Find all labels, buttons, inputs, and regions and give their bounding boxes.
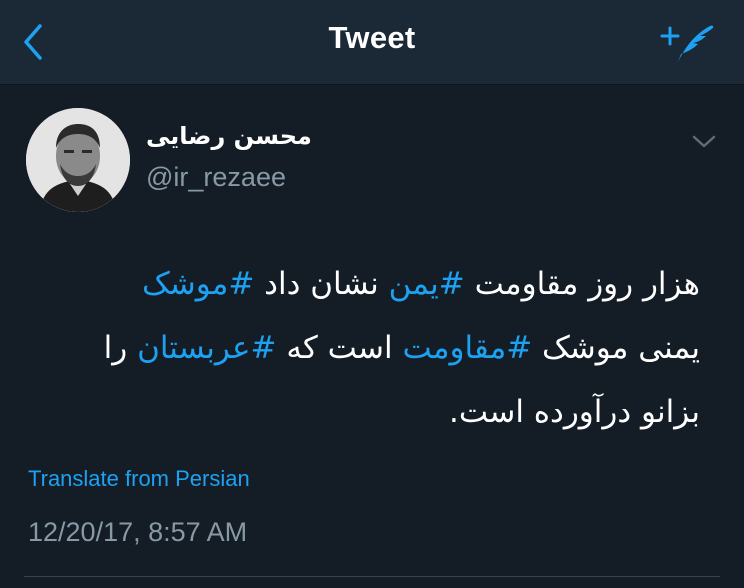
tweet-timestamp: 12/20/17, 8:57 AM <box>28 517 248 547</box>
tweet-text-line: هزار روز مقاومت #یمن نشان داد #موشک <box>0 252 700 316</box>
tweet-text-segment: را <box>103 330 138 366</box>
translate-link[interactable]: Translate from Persian <box>28 466 250 492</box>
avatar[interactable] <box>26 108 130 212</box>
tweet-text-segment: نشان داد <box>254 266 389 302</box>
tweet-text: هزار روز مقاومت #یمن نشان داد #موشک یمنی … <box>0 252 700 444</box>
tweet-text-segment: بزانو درآورده است. <box>449 394 700 430</box>
navigation-bar: Tweet <box>0 0 744 85</box>
tweet-text-segment: هزار روز مقاومت <box>464 266 700 302</box>
hashtag-link[interactable]: #مقاومت <box>402 330 532 366</box>
tweet-text-line: بزانو درآورده است. <box>0 380 700 444</box>
divider <box>24 576 720 577</box>
tweet-text-segment: است که <box>276 330 403 366</box>
tweet-text-line: یمنی موشک #مقاومت است که #عربستان را <box>0 316 700 380</box>
author-name[interactable]: محسن رضایی <box>146 122 346 150</box>
tweet-text-segment: یمنی موشک <box>532 330 700 366</box>
tweet-menu-button[interactable] <box>688 130 720 154</box>
profile-photo <box>26 108 130 212</box>
hashtag-link[interactable]: #موشک <box>142 266 254 302</box>
hashtag-link[interactable]: #عربستان <box>137 330 276 366</box>
compose-tweet-icon <box>660 25 714 62</box>
chevron-down-icon <box>692 135 716 148</box>
author-handle[interactable]: @ir_rezaee <box>146 162 286 193</box>
page-title: Tweet <box>328 20 416 55</box>
hashtag-link[interactable]: #یمن <box>389 266 465 302</box>
compose-tweet-button[interactable] <box>660 18 718 66</box>
